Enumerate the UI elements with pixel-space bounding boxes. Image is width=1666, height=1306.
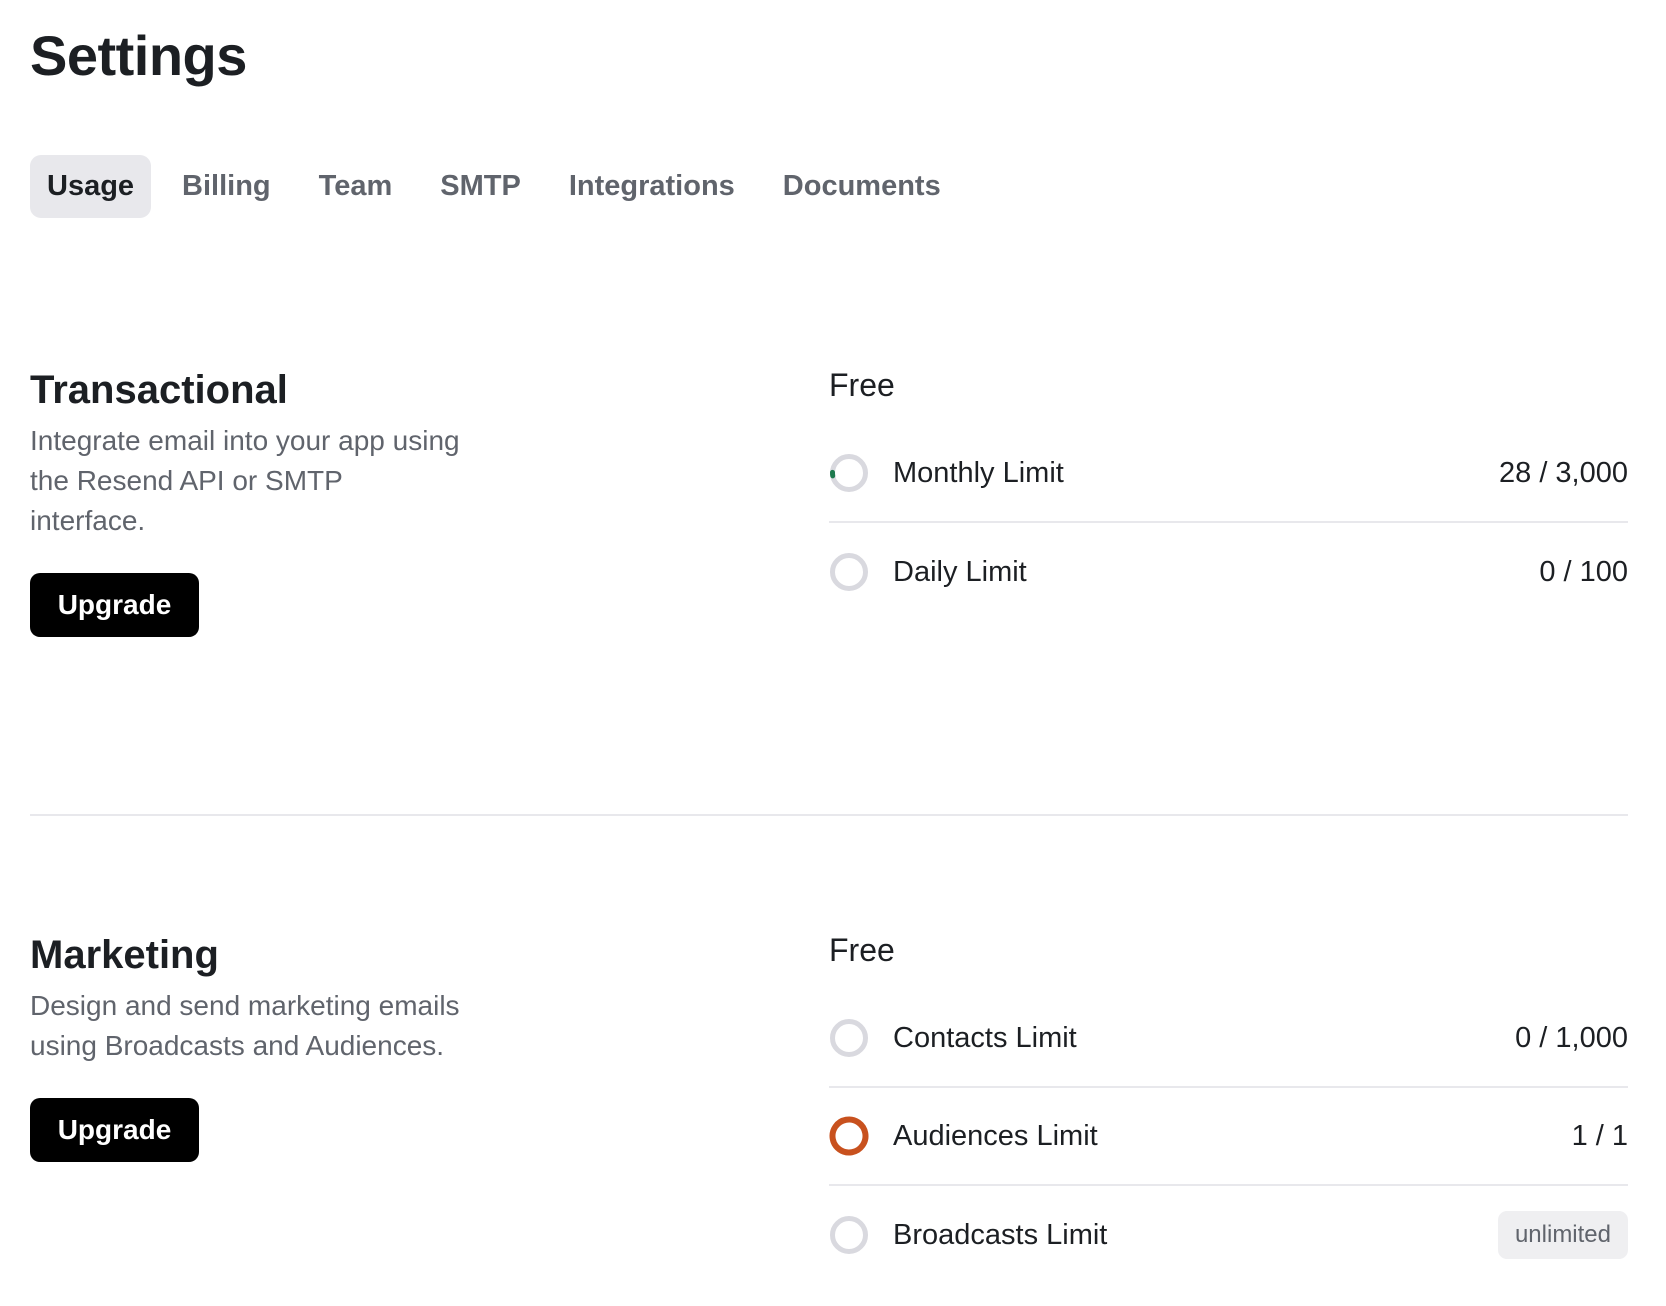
settings-tabs: Usage Billing Team SMTP Integrations Doc… bbox=[30, 155, 958, 218]
limit-row-audiences: Audiences Limit 1 / 1 bbox=[829, 1088, 1628, 1186]
section-heading: Marketing bbox=[30, 933, 219, 977]
ring-track bbox=[830, 1216, 868, 1254]
limit-value: 28 / 3,000 bbox=[1499, 456, 1628, 489]
limit-row-broadcasts: Broadcasts Limit unlimited bbox=[829, 1186, 1628, 1284]
ring-track bbox=[830, 553, 868, 591]
limit-value: 0 / 1,000 bbox=[1515, 1021, 1628, 1054]
tab-usage[interactable]: Usage bbox=[30, 155, 152, 218]
marketing-plan: Free Contacts Limit 0 / 1,000 Audiences … bbox=[829, 930, 1628, 1284]
tab-documents[interactable]: Documents bbox=[766, 155, 958, 218]
plan-name: Free bbox=[829, 932, 895, 968]
section-heading: Transactional bbox=[30, 368, 288, 412]
usage-ring-icon bbox=[830, 553, 868, 591]
limit-label: Monthly Limit bbox=[893, 456, 1064, 489]
limit-label: Contacts Limit bbox=[893, 1021, 1077, 1054]
limit-value: 1 / 1 bbox=[1571, 1119, 1628, 1152]
limits-list: Contacts Limit 0 / 1,000 Audiences Limit… bbox=[829, 990, 1628, 1284]
unlimited-badge: unlimited bbox=[1497, 1211, 1628, 1259]
upgrade-transactional-button[interactable]: Upgrade bbox=[30, 573, 199, 637]
ring-progress bbox=[829, 1116, 869, 1156]
usage-ring-icon bbox=[830, 454, 868, 492]
tab-smtp[interactable]: SMTP bbox=[423, 155, 538, 218]
upgrade-marketing-button[interactable]: Upgrade bbox=[30, 1098, 199, 1162]
usage-ring-icon bbox=[830, 1216, 868, 1254]
section-description: Integrate email into your app using the … bbox=[30, 425, 460, 536]
tab-billing[interactable]: Billing bbox=[165, 155, 288, 218]
page-title: Settings bbox=[30, 24, 247, 87]
limit-label: Audiences Limit bbox=[893, 1119, 1098, 1152]
limit-label: Broadcasts Limit bbox=[893, 1218, 1108, 1251]
limit-row-daily: Daily Limit 0 / 100 bbox=[829, 523, 1628, 621]
transactional-info: Transactional Integrate email into your … bbox=[30, 365, 460, 637]
limit-value: 0 / 100 bbox=[1539, 555, 1628, 588]
tab-team[interactable]: Team bbox=[302, 155, 410, 218]
limit-row-contacts: Contacts Limit 0 / 1,000 bbox=[829, 990, 1628, 1088]
usage-ring-icon bbox=[830, 1019, 868, 1057]
marketing-info: Marketing Design and send marketing emai… bbox=[30, 930, 460, 1162]
limit-row-monthly: Monthly Limit 28 / 3,000 bbox=[829, 425, 1628, 523]
section-divider bbox=[30, 814, 1628, 816]
section-description: Design and send marketing emails using B… bbox=[30, 990, 460, 1061]
ring-track bbox=[830, 1019, 868, 1057]
tab-integrations[interactable]: Integrations bbox=[552, 155, 752, 218]
plan-name: Free bbox=[829, 367, 895, 403]
ring-track bbox=[830, 454, 868, 492]
limit-label: Daily Limit bbox=[893, 555, 1027, 588]
limits-list: Monthly Limit 28 / 3,000 Daily Limit 0 /… bbox=[829, 425, 1628, 621]
transactional-plan: Free Monthly Limit 28 / 3,000 Daily Limi… bbox=[829, 365, 1628, 621]
usage-ring-icon bbox=[829, 1116, 869, 1156]
